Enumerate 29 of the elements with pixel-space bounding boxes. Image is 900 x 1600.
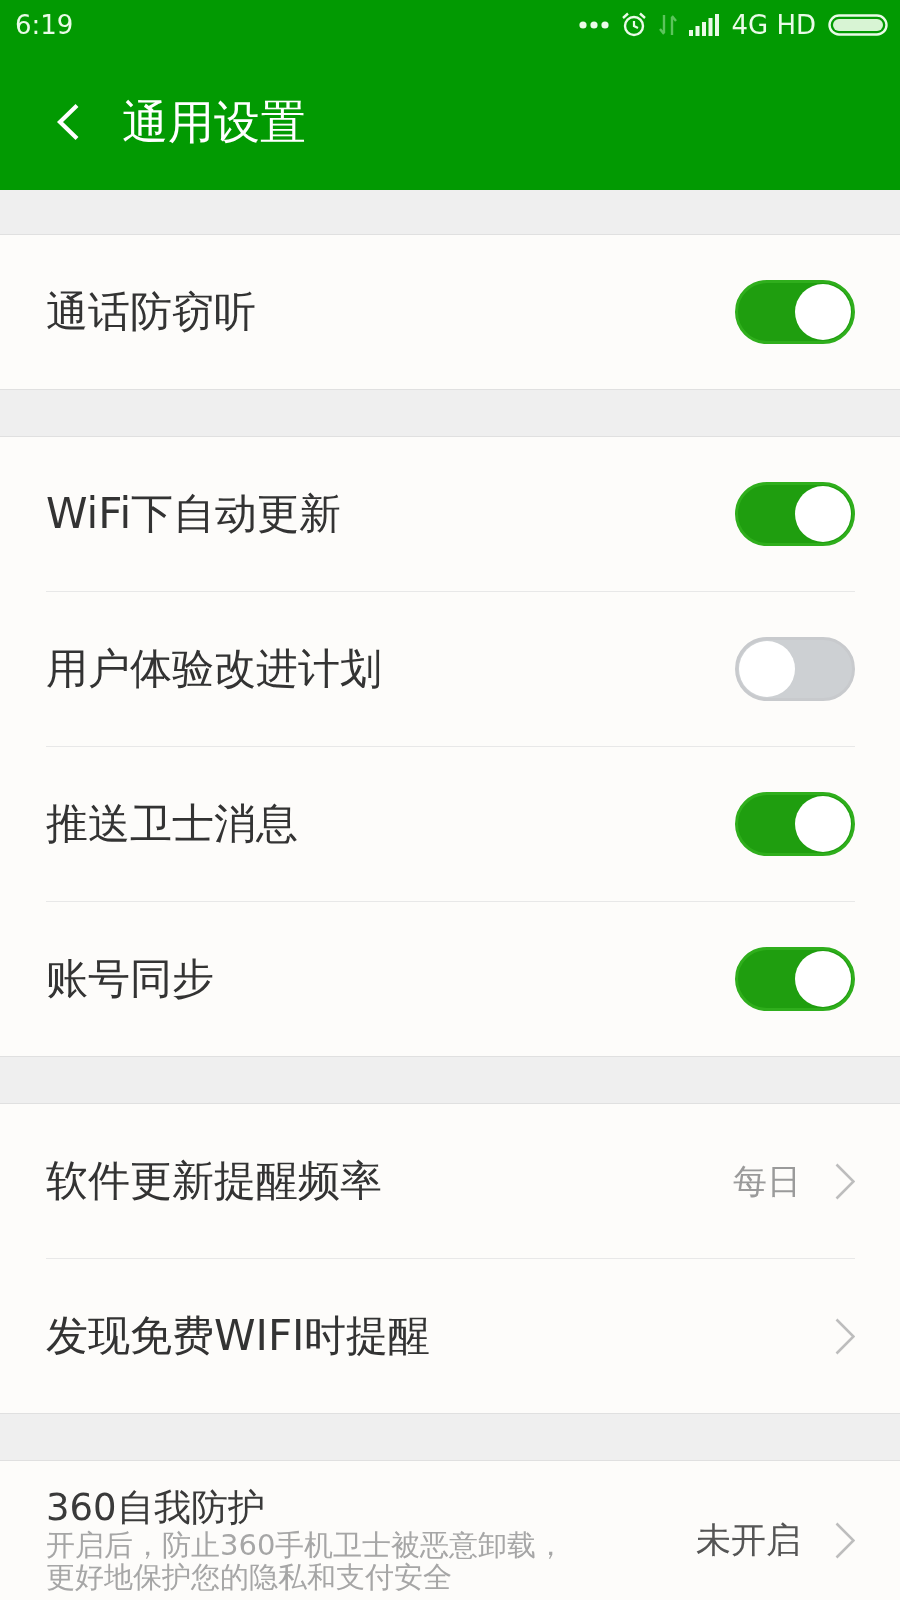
- setting-label: WiFi下自动更新: [46, 489, 343, 539]
- status-time: 6:19: [15, 10, 74, 40]
- toggle-switch[interactable]: [735, 482, 855, 546]
- setting-label: 账号同步: [46, 954, 215, 1004]
- chevron-right-icon: [835, 1162, 855, 1200]
- setting-description: 开启后，防止360手机卫士被恶意卸载，: [46, 1529, 567, 1561]
- chevron-right-icon: [835, 1521, 855, 1559]
- setting-label[interactable]: 发现免费WIFI时提醒: [46, 1311, 835, 1361]
- signal-bars-icon: [689, 14, 720, 36]
- setting-label[interactable]: 软件更新提醒频率: [46, 1156, 733, 1206]
- toggle-switch[interactable]: [735, 280, 855, 344]
- network-type-text: 4G HD: [731, 10, 816, 40]
- more-dots-icon: [579, 21, 610, 29]
- page-title: 通用设置: [122, 95, 306, 149]
- alarm-clock-icon: [621, 12, 648, 38]
- data-arrows-icon: [659, 13, 678, 37]
- setting-label[interactable]: 360自我防护: [46, 1487, 696, 1529]
- toggle-switch[interactable]: [735, 792, 855, 856]
- back-chevron-icon: [56, 103, 80, 141]
- setting-value: 每日: [733, 1160, 801, 1202]
- chevron-right-icon: [835, 1317, 855, 1355]
- setting-label: 通话防窃听: [46, 287, 257, 337]
- setting-value: 未开启: [696, 1519, 801, 1561]
- setting-label: 推送卫士消息: [46, 799, 299, 849]
- toggle-switch[interactable]: [735, 947, 855, 1011]
- battery-icon: [828, 14, 888, 36]
- setting-label: 用户体验改进计划: [46, 644, 383, 694]
- setting-description: 更好地保护您的隐私和支付安全: [46, 1561, 453, 1593]
- back-button[interactable]: [56, 103, 80, 141]
